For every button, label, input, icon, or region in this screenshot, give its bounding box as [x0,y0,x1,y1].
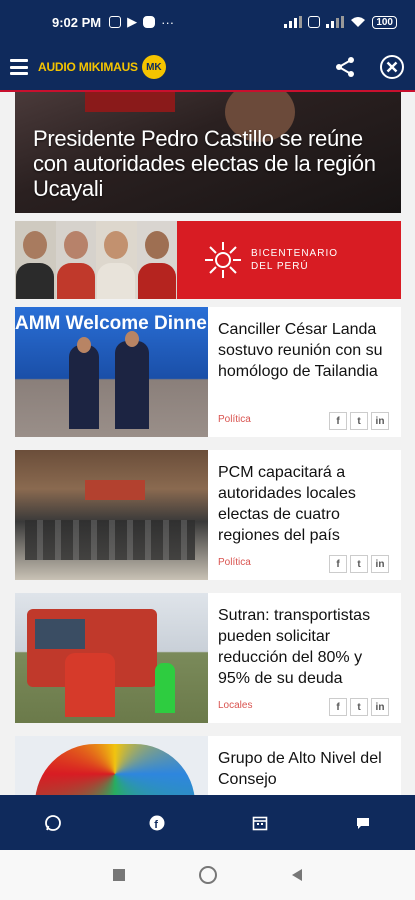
article-image [15,736,208,795]
article-image: AMM Welcome Dinner [15,307,208,437]
article-title: Canciller César Landa sostuvo reunión co… [218,321,383,380]
article-image-caption: AMM Welcome Dinner [15,313,208,334]
home-button[interactable] [198,866,217,884]
facebook-share-button[interactable]: f [329,698,347,716]
bicentenario-banner[interactable]: BICENTENARIO DEL PERÚ [15,221,401,299]
hero-image-detail [85,92,175,112]
volte-icon [308,16,321,28]
recents-button[interactable] [112,869,125,881]
linkedin-share-button[interactable]: in [371,412,389,430]
linkedin-share-button[interactable]: in [371,555,389,573]
facebook-icon[interactable]: f [149,815,165,831]
news-feed[interactable]: Presidente Pedro Castillo se reúne con a… [0,92,415,795]
banner-line2: DEL PERÚ [251,261,309,272]
banner-face [55,221,96,299]
wifi-icon [351,17,366,27]
screen-record-icon [109,16,122,28]
logo-badge: MK [141,55,166,79]
notification-icons: ▶ ··· [109,14,174,30]
system-navigation [0,850,415,900]
signal-2-icon [326,16,345,28]
facebook-share-button[interactable]: f [329,555,347,573]
bicentenario-logo: BICENTENARIO DEL PERÚ [177,221,401,299]
twitter-share-button[interactable]: t [350,698,368,716]
play-icon: ▶ [127,14,138,29]
share-buttons: f t in [329,698,389,716]
article-card[interactable]: AMM Welcome Dinner Canciller César Landa… [15,307,401,437]
banner-face [136,221,177,299]
signal-icon [284,16,303,28]
hero-title: Presidente Pedro Castillo se reúne con a… [33,126,376,201]
article-image [15,450,208,580]
article-title: PCM capacitará a autoridades locales ele… [218,464,356,544]
sun-logo-icon [205,242,241,278]
hero-article[interactable]: Presidente Pedro Castillo se reúne con a… [15,92,401,213]
twitter-share-button[interactable]: t [350,555,368,573]
app-logo[interactable]: AUDIO MIKIMAUS MK [38,55,166,79]
article-card[interactable]: Grupo de Alto Nivel del Consejo [15,736,401,795]
more-notifications-icon: ··· [161,14,175,30]
calendar-icon[interactable] [252,815,268,831]
svg-text:f: f [154,819,158,831]
status-bar: 9:02 PM ▶ ··· 100 [0,0,415,44]
banner-faces [15,221,177,299]
article-category[interactable]: Política [218,414,251,425]
article-card[interactable]: PCM capacitará a autoridades locales ele… [15,450,401,580]
banner-line1: BICENTENARIO [251,248,339,259]
banner-face [15,221,56,299]
article-card[interactable]: Sutran: transportistas pueden solicitar … [15,593,401,723]
status-time: 9:02 PM [52,14,102,30]
twitter-share-button[interactable]: t [350,412,368,430]
system-icons: 100 [284,15,397,29]
article-image [15,593,208,723]
back-icon[interactable] [291,868,303,882]
hamburger-menu-icon[interactable] [10,59,28,75]
article-category[interactable]: Locales [218,700,252,711]
close-icon[interactable] [379,54,405,80]
linkedin-share-button[interactable]: in [371,698,389,716]
facebook-share-button[interactable]: f [329,412,347,430]
share-icon[interactable] [333,55,357,79]
article-title: Sutran: transportistas pueden solicitar … [218,607,371,687]
battery-icon: 100 [372,15,397,29]
article-category[interactable]: Política [218,557,251,568]
youtube-icon [143,16,156,28]
bottom-nav: f [0,795,415,850]
share-buttons: f t in [329,412,389,430]
article-title: Grupo de Alto Nivel del Consejo [218,750,382,788]
whatsapp-icon[interactable] [44,814,62,832]
banner-face [96,221,137,299]
logo-text: AUDIO MIKIMAUS [38,60,138,74]
app-bar: AUDIO MIKIMAUS MK [0,44,415,90]
share-buttons: f t in [329,555,389,573]
chat-icon[interactable] [355,815,371,831]
